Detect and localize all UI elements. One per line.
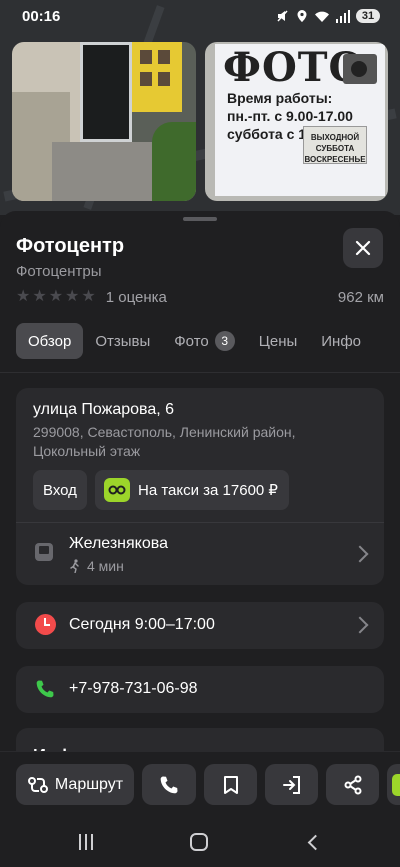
sign-hours-label: Время работы: — [227, 90, 333, 106]
location-icon — [297, 10, 307, 22]
recent-apps-button[interactable] — [79, 834, 93, 850]
phone-card[interactable]: +7-978-731-06-98 — [16, 666, 384, 713]
route-label: Маршрут — [54, 775, 124, 793]
battery-indicator: 31 — [356, 9, 380, 23]
star-icon: ★ — [16, 288, 31, 305]
walking-icon — [70, 559, 79, 573]
photo-bush — [152, 122, 196, 201]
star-icon: ★ — [81, 288, 96, 305]
home-button[interactable] — [190, 833, 208, 851]
system-nav-bar — [0, 817, 400, 867]
distance: 962 км — [337, 288, 384, 306]
signal-icon — [336, 9, 350, 23]
tabs-divider — [0, 372, 400, 373]
mute-icon — [277, 10, 288, 22]
clock-icon — [35, 614, 56, 635]
tab-info[interactable]: Инфо — [309, 323, 373, 359]
walk-time: 4 мин — [69, 558, 124, 574]
place-photo-1[interactable] — [12, 42, 196, 201]
bus-stop-icon — [35, 543, 53, 561]
back-button[interactable] — [307, 834, 324, 851]
entry-button[interactable]: Вход — [33, 470, 87, 510]
tab-overview[interactable]: Обзор — [16, 323, 84, 359]
status-icons: 31 — [276, 9, 380, 23]
photo-poster — [132, 42, 182, 112]
sign-saturday: суббота с 1 — [227, 126, 307, 142]
taxi-button[interactable]: На такси за 17600 ₽ — [95, 470, 289, 510]
plate-line-2: СУББОТА — [315, 144, 355, 153]
route-icon — [27, 776, 48, 793]
sign-plate: ВЫХОДНОЙ СУББОТА ВОСКРЕСЕНЬЕ — [303, 126, 367, 164]
route-button[interactable]: Маршрут — [16, 764, 134, 805]
sheet-grabber[interactable] — [183, 217, 217, 221]
plate-line-3: ВОСКРЕСЕНЬЕ — [304, 155, 366, 164]
wifi-icon — [315, 11, 329, 22]
hours-text: Сегодня 9:00–17:00 — [69, 616, 215, 633]
tab-photos[interactable]: Фото 3 — [162, 323, 246, 359]
taxi-label: На такси за 17600 ₽ — [138, 482, 278, 499]
taxi-action-button[interactable] — [387, 764, 400, 805]
close-button[interactable] — [343, 228, 383, 268]
tab-bar: Обзор Отзывы Фото 3 Цены Инфо — [16, 323, 373, 359]
bookmark-icon — [223, 775, 238, 794]
share-icon — [344, 775, 361, 794]
taxi-icon — [104, 478, 130, 502]
photo-door — [80, 42, 132, 142]
address-detail: 299008, Севастополь, Ленинский район, Цо… — [33, 424, 296, 459]
chevron-right-icon — [351, 616, 369, 634]
rating-count: 1 оценка — [105, 288, 167, 306]
metro-row[interactable]: Железнякова 4 мин — [16, 523, 384, 585]
camera-icon — [343, 54, 377, 84]
rating-stars: ★ ★ ★ ★ ★ — [16, 289, 96, 305]
share-button[interactable] — [326, 764, 379, 805]
place-title: Фотоцентр — [16, 235, 125, 257]
phone-number: +7-978-731-06-98 — [69, 680, 198, 697]
tab-reviews[interactable]: Отзывы — [83, 323, 162, 359]
close-icon — [355, 240, 371, 256]
address-street[interactable]: улица Пожарова, 6 — [33, 401, 174, 419]
star-icon: ★ — [32, 288, 47, 305]
phone-icon — [160, 776, 178, 793]
call-button[interactable] — [142, 764, 196, 805]
star-icon: ★ — [65, 288, 80, 305]
star-icon: ★ — [48, 288, 64, 305]
chevron-right-icon — [351, 545, 369, 563]
photo-sign: ФОТО Время работы: пн.-пт. с 9.00-17.00 … — [215, 44, 385, 196]
status-time: 00:16 — [22, 7, 61, 25]
stop-name: Железнякова — [69, 535, 168, 552]
phone-icon — [36, 680, 54, 698]
place-photo-2[interactable]: ФОТО Время работы: пн.-пт. с 9.00-17.00 … — [205, 42, 388, 201]
entrance-button[interactable] — [265, 764, 318, 805]
login-icon — [282, 775, 300, 794]
rating-row[interactable]: ★ ★ ★ ★ ★ 1 оценка 962 км — [16, 287, 384, 307]
hours-card[interactable]: Сегодня 9:00–17:00 — [16, 602, 384, 649]
bookmark-button[interactable] — [204, 764, 257, 805]
plate-line-1: ВЫХОДНОЙ — [310, 133, 360, 142]
tab-prices[interactable]: Цены — [247, 323, 310, 359]
action-bar: Маршрут — [0, 751, 400, 817]
status-bar: 00:16 31 — [0, 0, 400, 32]
address-card: улица Пожарова, 6 299008, Севастополь, Л… — [16, 388, 384, 585]
place-category: Фотоцентры — [16, 263, 102, 280]
taxi-icon — [392, 773, 400, 796]
sign-weekdays: пн.-пт. с 9.00-17.00 — [227, 108, 353, 124]
photo-count-badge: 3 — [214, 331, 235, 351]
